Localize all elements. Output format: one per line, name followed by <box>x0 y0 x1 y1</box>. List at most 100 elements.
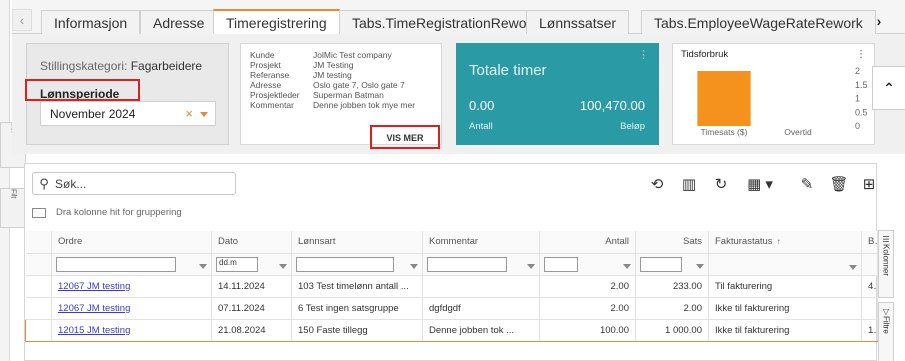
filter-ordre <box>51 253 212 276</box>
cell-dato: 14.11.2024 <box>211 275 292 298</box>
cell-kommentar: dgfdgdf <box>422 297 540 320</box>
time-entries-table: Ordre Dato Lønnsart Kommentar Antall Sat… <box>25 231 878 342</box>
column-header-fakturastatus[interactable]: Fakturastatus ↑ <box>708 231 862 254</box>
add-icon[interactable]: ⊞ <box>857 172 881 196</box>
order-link[interactable]: 12067 JM testing <box>58 281 130 292</box>
column-header-dato[interactable]: Dato <box>211 231 292 254</box>
filter-row: dd.m <box>25 253 878 276</box>
table-row[interactable]: 12067 JM testing 07.11.2024 6 Test ingen… <box>25 297 878 320</box>
filter-input[interactable] <box>544 256 578 272</box>
tab-adresse[interactable]: Adresse <box>140 10 218 34</box>
filter-icon[interactable] <box>199 263 207 269</box>
left-side-tab-2[interactable]: Filt <box>0 188 26 228</box>
filter-input[interactable] <box>296 256 394 272</box>
period-select[interactable]: November 2024 × <box>40 101 216 126</box>
cell-fakturastatus: Ikke til fakturering <box>708 297 862 320</box>
filter-input[interactable] <box>56 256 176 272</box>
info-key: Kommentar <box>250 100 294 110</box>
column-header-kommentar[interactable]: Kommentar <box>422 231 540 254</box>
filter-icon[interactable] <box>279 263 287 269</box>
cell-antall: 2.00 <box>539 275 636 298</box>
search-input[interactable] <box>55 176 225 191</box>
clear-icon[interactable]: × <box>185 106 193 121</box>
cell-be: 100 0 <box>861 318 878 342</box>
amount-value: 100,470.00 <box>579 98 645 113</box>
date-filter-input[interactable]: dd.m <box>216 256 258 272</box>
fakturastatus-label: Fakturastatus <box>715 236 773 248</box>
cell-ordre: 12015 JM testing <box>51 318 212 342</box>
chevron-up-icon[interactable]: ⌃ <box>872 66 905 110</box>
y-tick-label: 1 <box>855 94 860 104</box>
cell-be: 4 <box>861 275 878 298</box>
info-value: JM testing <box>313 70 352 80</box>
tab-timeregistrering[interactable]: Timeregistrering <box>213 9 340 34</box>
chevron-left-icon[interactable]: ‹ <box>12 9 32 31</box>
filter-spacer <box>25 253 52 276</box>
columns-icon[interactable]: ▥ <box>677 172 701 196</box>
table-row-selected[interactable]: 12015 JM testing 21.08.2024 150 Faste ti… <box>25 318 878 342</box>
time-usage-chart-card: Tidsforbruk ⋮ 0 0.5 1 1.5 2 Timesats ($) Overt… <box>672 43 875 145</box>
funnel-icon: ▽ <box>881 307 891 316</box>
filter-input[interactable] <box>427 256 507 272</box>
hours-value: 0.00 <box>469 98 495 113</box>
chart-svg: 0 0.5 1 1.5 2 Timesats ($) Overtid <box>697 66 868 137</box>
group-icon <box>32 207 46 218</box>
order-link[interactable]: 12015 JM testing <box>58 325 130 336</box>
group-drop-zone[interactable]: Dra kolonne hit for gruppering <box>32 207 182 218</box>
category-value: Fagarbeidere <box>130 59 203 73</box>
columns-side-icon: ☰ <box>881 235 891 244</box>
search-icon: ⚲ <box>39 175 49 191</box>
filter-icon[interactable] <box>410 263 418 269</box>
cell-kommentar <box>422 275 540 298</box>
excel-export-icon[interactable]: ▦ ▾ <box>741 172 779 196</box>
info-key: Prosjektleder <box>250 90 300 100</box>
filter-sats <box>635 253 709 276</box>
filter-icon[interactable] <box>527 263 535 269</box>
filter-input[interactable] <box>640 256 682 272</box>
column-header-antall[interactable]: Antall <box>539 231 636 254</box>
cell-lonnsart: 103 Test timelønn antall ... <box>291 275 423 298</box>
edit-icon[interactable]: ✎ <box>795 172 819 196</box>
cell-fakturastatus: Ikke til fakturering <box>708 318 862 342</box>
bar[interactable] <box>697 71 751 126</box>
tab-employee-wage-rate-rework[interactable]: Tabs.EmployeeWageRateRework <box>641 10 876 34</box>
column-header-be[interactable]: Be <box>861 231 878 254</box>
row-spacer <box>25 275 52 298</box>
row-spacer <box>25 297 52 320</box>
amount-label: Beløp <box>620 121 645 132</box>
filter-icon[interactable] <box>623 263 631 269</box>
refresh-icon[interactable]: ↻ <box>709 172 733 196</box>
chevron-down-icon[interactable] <box>200 112 208 117</box>
filter-lonnsart <box>291 253 423 276</box>
column-header-sats[interactable]: Sats <box>635 231 709 254</box>
hours-label: Antall <box>469 121 493 132</box>
chevron-right-icon[interactable]: › <box>866 8 892 34</box>
employee-card: Stillingskategori: Fagarbeidere Lønnsper… <box>25 43 229 145</box>
row-spacer <box>25 318 52 342</box>
cell-sats: 1 000.00 <box>635 318 709 342</box>
column-header-lonnsart[interactable]: Lønnsart <box>291 231 423 254</box>
filter-side-tab[interactable]: ▽ Filtre <box>878 302 894 361</box>
tab-time-registration-rework[interactable]: Tabs.TimeRegistrationRework <box>339 10 552 34</box>
cell-ordre: 12067 JM testing <box>51 275 212 298</box>
tab-lonnssatser[interactable]: Lønnssatser <box>526 10 630 34</box>
filter-icon[interactable] <box>696 263 704 269</box>
reset-layout-icon[interactable]: ⟲ <box>645 172 669 196</box>
filter-icon[interactable] <box>849 265 857 270</box>
cell-ordre: 12067 JM testing <box>51 297 212 320</box>
x-tick-label: Overtid <box>784 127 812 137</box>
more-options-icon[interactable]: ⋮ <box>638 48 649 61</box>
column-header-ordre[interactable]: Ordre <box>51 231 212 254</box>
tab-informasjon[interactable]: Informasjon <box>41 10 141 34</box>
header-spacer <box>25 231 52 254</box>
summary-area: Stillingskategori: Fagarbeidere Lønnsper… <box>12 34 905 154</box>
app-root: Inn Filt ‹ Informasjon Adresse Timeregis… <box>0 0 905 361</box>
delete-icon[interactable]: 🗑 <box>827 172 851 196</box>
totals-card: Totale timer ⋮ 0.00 100,470.00 Antall Be… <box>456 43 659 145</box>
columns-side-tab[interactable]: ☰ Kolonner <box>878 230 894 298</box>
y-tick-label: 1.5 <box>855 80 868 90</box>
search-field[interactable]: ⚲ <box>32 172 236 195</box>
table-row[interactable]: 12067 JM testing 14.11.2024 103 Test tim… <box>25 275 878 298</box>
cell-fakturastatus: Til fakturering <box>708 275 862 298</box>
order-link[interactable]: 12067 JM testing <box>58 303 130 314</box>
